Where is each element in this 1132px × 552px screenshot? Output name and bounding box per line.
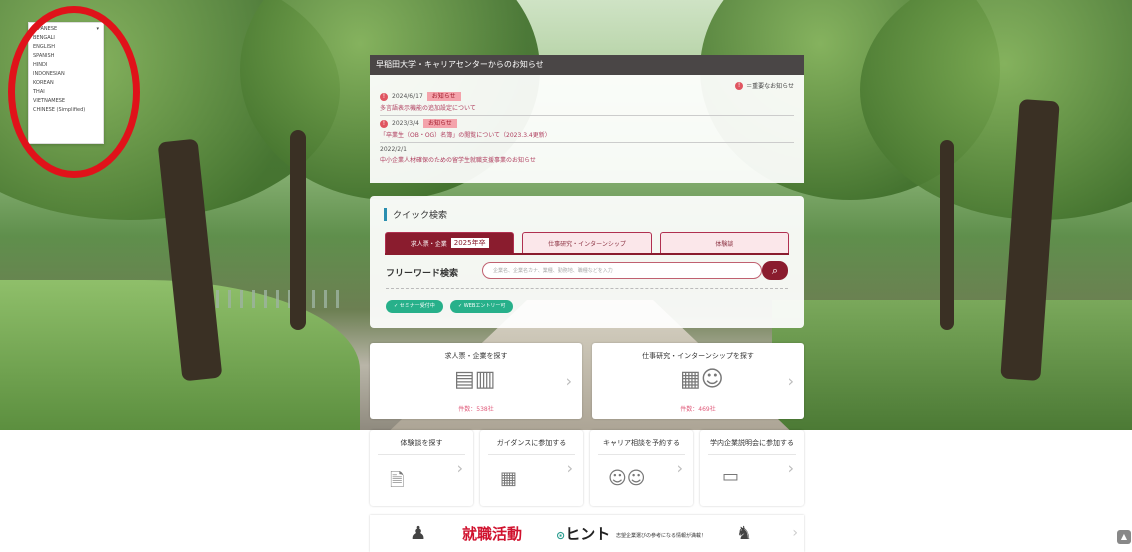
tab-job-postings[interactable]: 求人票・企業 2025年卒 <box>385 232 515 254</box>
banner-main-text: 就職活動 <box>462 525 523 543</box>
news-panel: 早稲田大学・キャリアセンターからのお知らせ ! ＝重要なお知らせ ! 2024/… <box>370 55 804 183</box>
filter-seminar-button[interactable]: ✓ セミナー受付中 <box>386 300 443 313</box>
chevron-up-icon: ▲ <box>1120 532 1128 541</box>
card-title: キャリア相談を予約する <box>603 439 680 447</box>
chevron-right-icon: › <box>792 525 798 541</box>
divider <box>708 454 796 455</box>
chevron-right-icon: › <box>787 458 794 478</box>
free-word-label: フリーワード検索 <box>386 269 459 279</box>
news-link[interactable]: 「卒業生（OB・OG）名簿」の閲覧について（2023.3.4更新） <box>380 130 794 139</box>
card-title: 仕事研究・インターンシップを探す <box>642 352 754 360</box>
chevron-right-icon: › <box>565 371 572 391</box>
card-count: 件数：538社 <box>458 406 494 413</box>
graduation-year-badge: 2025年卒 <box>450 238 489 248</box>
tab-internship[interactable]: 仕事研究・インターンシップ <box>522 232 652 254</box>
job-hunting-hint-banner[interactable]: ♟ 就職活動 ⊙ヒント 志望企業選びの参考になる情報が満載！ ♞ › <box>370 515 804 552</box>
divider <box>488 454 575 455</box>
tab-experiences[interactable]: 体験談 <box>659 232 789 254</box>
important-icon: ! <box>380 119 388 128</box>
consultation-icon: ☺☺ <box>608 468 646 489</box>
divider <box>598 454 685 455</box>
banner-subtext: 志望企業選びの参考になる情報が満載！ <box>616 533 707 539</box>
search-icon: ⌕ <box>771 264 779 277</box>
calendar-icon: ▦ <box>500 468 518 489</box>
quick-search-title: クイック検索 <box>384 208 447 221</box>
chevron-right-icon: › <box>566 458 573 478</box>
card-title: ガイダンスに参加する <box>496 439 567 447</box>
chevron-right-icon: › <box>676 458 683 478</box>
businessman-icon: ♟ <box>410 523 427 544</box>
tree-trunk <box>940 140 954 330</box>
important-icon: ! <box>380 92 388 101</box>
quick-search-panel: クイック検索 求人票・企業 2025年卒 仕事研究・インターンシップ 体験談 フ… <box>370 196 804 328</box>
handshake-icon: ♞ <box>736 523 753 544</box>
card-title: 学内企業説明会に参加する <box>710 439 794 447</box>
banner-hint-text: ⊙ヒント <box>556 525 611 543</box>
building-person-icon: ▦☺ <box>680 367 724 392</box>
news-link[interactable]: 多言語表示機能の追加設定について <box>380 103 794 112</box>
tree-trunk <box>290 130 306 330</box>
card-count: 件数：469社 <box>680 406 716 413</box>
news-item[interactable]: ! 2023/3/4 お知らせ 「卒業生（OB・OG）名簿」の閲覧について（20… <box>380 116 794 143</box>
tab-underline <box>385 253 789 255</box>
search-input[interactable]: 企業名、企業名カナ、業種、勤務地、職種などを入力 <box>482 262 762 279</box>
divider <box>378 454 465 455</box>
company-session-card[interactable]: 学内企業説明会に参加する ▭ › <box>700 430 804 506</box>
highlight-circle <box>8 6 140 178</box>
news-item[interactable]: ! 2024/6/17 お知らせ 多言語表示機能の追加設定について <box>380 89 794 116</box>
filter-web-entry-button[interactable]: ✓ WEBエントリー可 <box>450 300 514 313</box>
search-button[interactable]: ⌕ <box>762 261 788 280</box>
career-consultation-card[interactable]: キャリア相談を予約する ☺☺ › <box>590 430 693 506</box>
news-link[interactable]: 中小企業人材確保のための留学生就職支援事業のお知らせ <box>380 155 794 164</box>
scroll-to-top-button[interactable]: ▲ <box>1117 530 1131 544</box>
news-tag: お知らせ <box>426 92 461 101</box>
news-legend: ! ＝重要なお知らせ <box>735 81 794 90</box>
important-icon: ! <box>735 81 744 90</box>
chevron-right-icon: › <box>456 458 463 478</box>
documents-building-icon: ▤▥ <box>454 367 496 392</box>
internship-card[interactable]: 仕事研究・インターンシップを探す ▦☺ › 件数：469社 <box>592 343 804 419</box>
chevron-right-icon: › <box>787 371 794 391</box>
card-title: 求人票・企業を探す <box>444 352 508 360</box>
divider <box>386 288 788 289</box>
news-item[interactable]: 2022/2/1 中小企業人材確保のための留学生就職支援事業のお知らせ <box>380 143 794 167</box>
news-tag: お知らせ <box>422 119 457 128</box>
experiences-card[interactable]: 体験談を探す 🗎 › <box>370 430 473 506</box>
presentation-icon: ▭ <box>722 466 740 487</box>
job-postings-card[interactable]: 求人票・企業を探す ▤▥ › 件数：538社 <box>370 343 582 419</box>
document-search-icon: 🗎 <box>390 470 405 491</box>
news-header: 早稲田大学・キャリアセンターからのお知らせ <box>370 55 804 75</box>
guidance-card[interactable]: ガイダンスに参加する ▦ › <box>480 430 583 506</box>
card-title: 体験談を探す <box>400 439 443 447</box>
